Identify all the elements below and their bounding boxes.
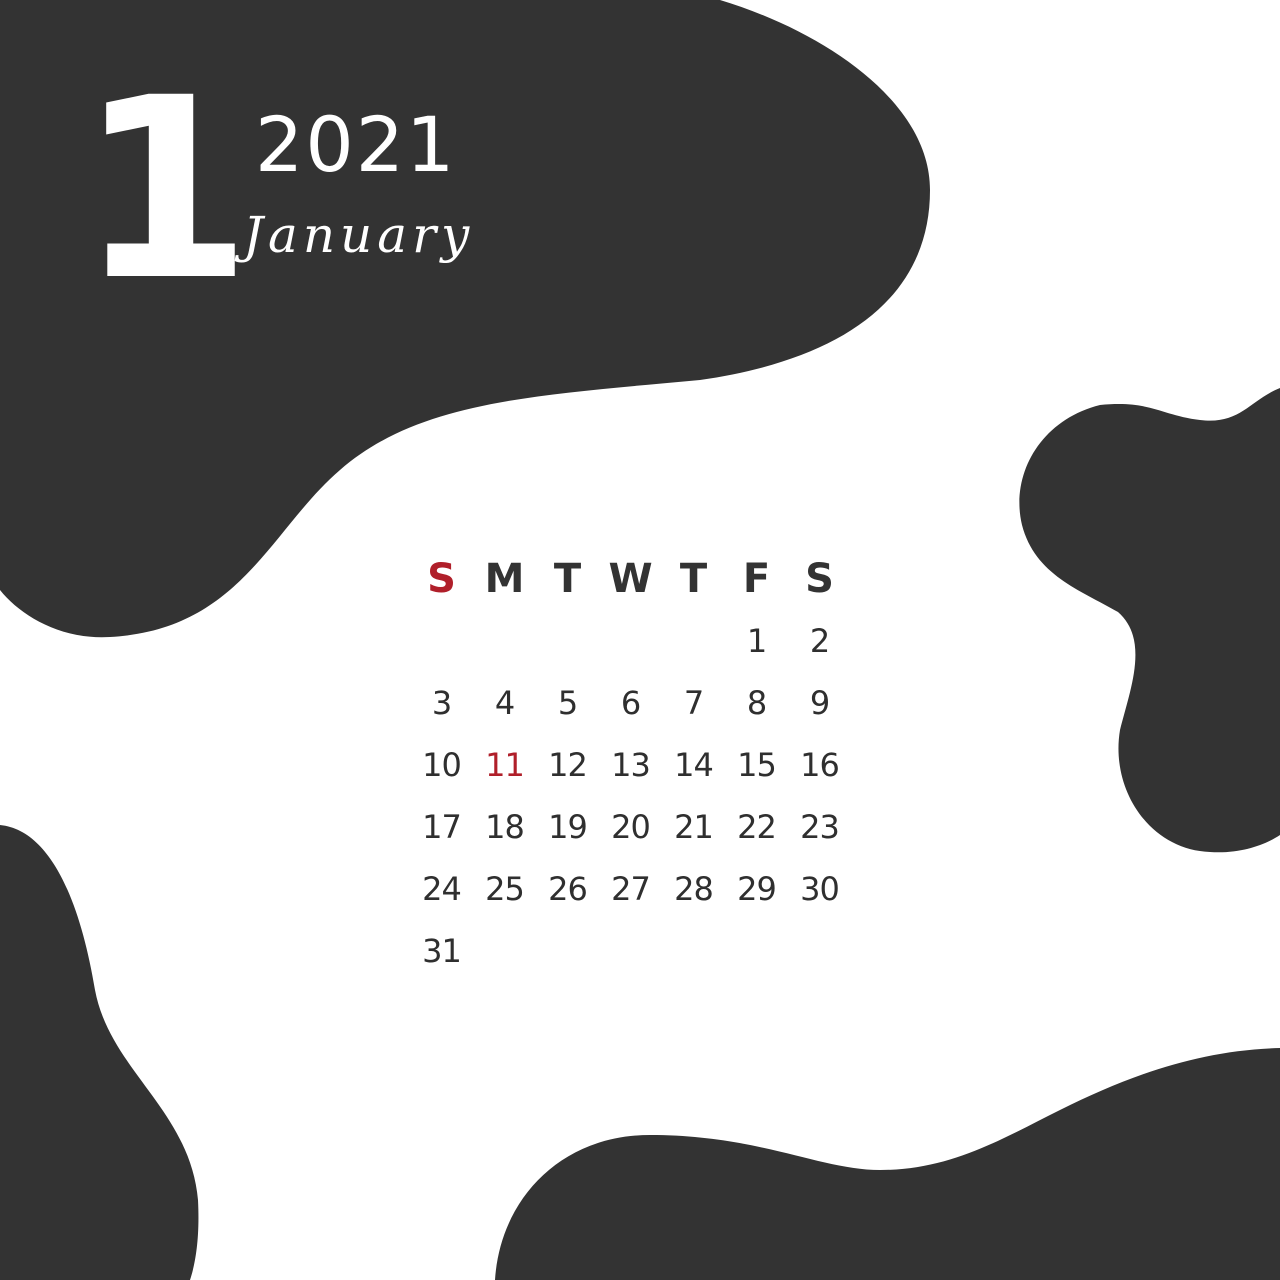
day-cell: 5 [557,684,578,722]
day-cell: 8 [746,684,767,722]
weekday-header: F [742,556,771,602]
day-cell: 3 [431,684,452,722]
day-cell: 10 [422,746,462,784]
empty-cell [662,610,725,672]
day-cell: 1 [746,622,767,660]
day-cell: 12 [548,746,588,784]
weekday-header: W [608,556,653,602]
empty-cell [599,610,662,672]
bottom-left-blob [0,825,199,1280]
day-cell: 18 [485,808,525,846]
day-cell: 29 [737,870,777,908]
day-cell: 23 [800,808,840,846]
empty-cell [473,610,536,672]
empty-cell [536,610,599,672]
day-cell: 11 [485,746,525,784]
day-cell: 27 [611,870,651,908]
calendar-grid: S M T W T F S 1 2 3 4 5 6 7 8 9 10 11 12 13 14 15 16 17 18 19 20 21… [410,548,851,982]
day-cell: 17 [422,808,462,846]
year-label: 2021 [255,100,457,189]
month-name: January [243,206,475,264]
day-cell: 20 [611,808,651,846]
day-cell: 21 [674,808,714,846]
weekday-header: S [805,556,834,602]
day-cell: 30 [800,870,840,908]
day-cell: 24 [422,870,462,908]
month-number: 1 [78,44,252,335]
day-cell: 7 [683,684,704,722]
bottom-right-blob [495,1048,1280,1280]
day-cell: 14 [674,746,714,784]
day-cell: 25 [485,870,525,908]
day-cell: 19 [548,808,588,846]
day-cell: 31 [422,932,462,970]
day-cell: 15 [737,746,777,784]
right-blob [1019,388,1280,853]
day-cell: 2 [809,622,830,660]
day-cell: 4 [494,684,515,722]
empty-cell [410,610,473,672]
day-cell: 16 [800,746,840,784]
day-cell: 6 [620,684,641,722]
weekday-header: T [679,556,708,602]
day-cell: 9 [809,684,830,722]
day-cell: 28 [674,870,714,908]
weekday-header: T [553,556,582,602]
day-cell: 26 [548,870,588,908]
weekday-header: S [427,556,456,602]
day-cell: 13 [611,746,651,784]
weekday-header: M [484,556,525,602]
day-cell: 22 [737,808,777,846]
